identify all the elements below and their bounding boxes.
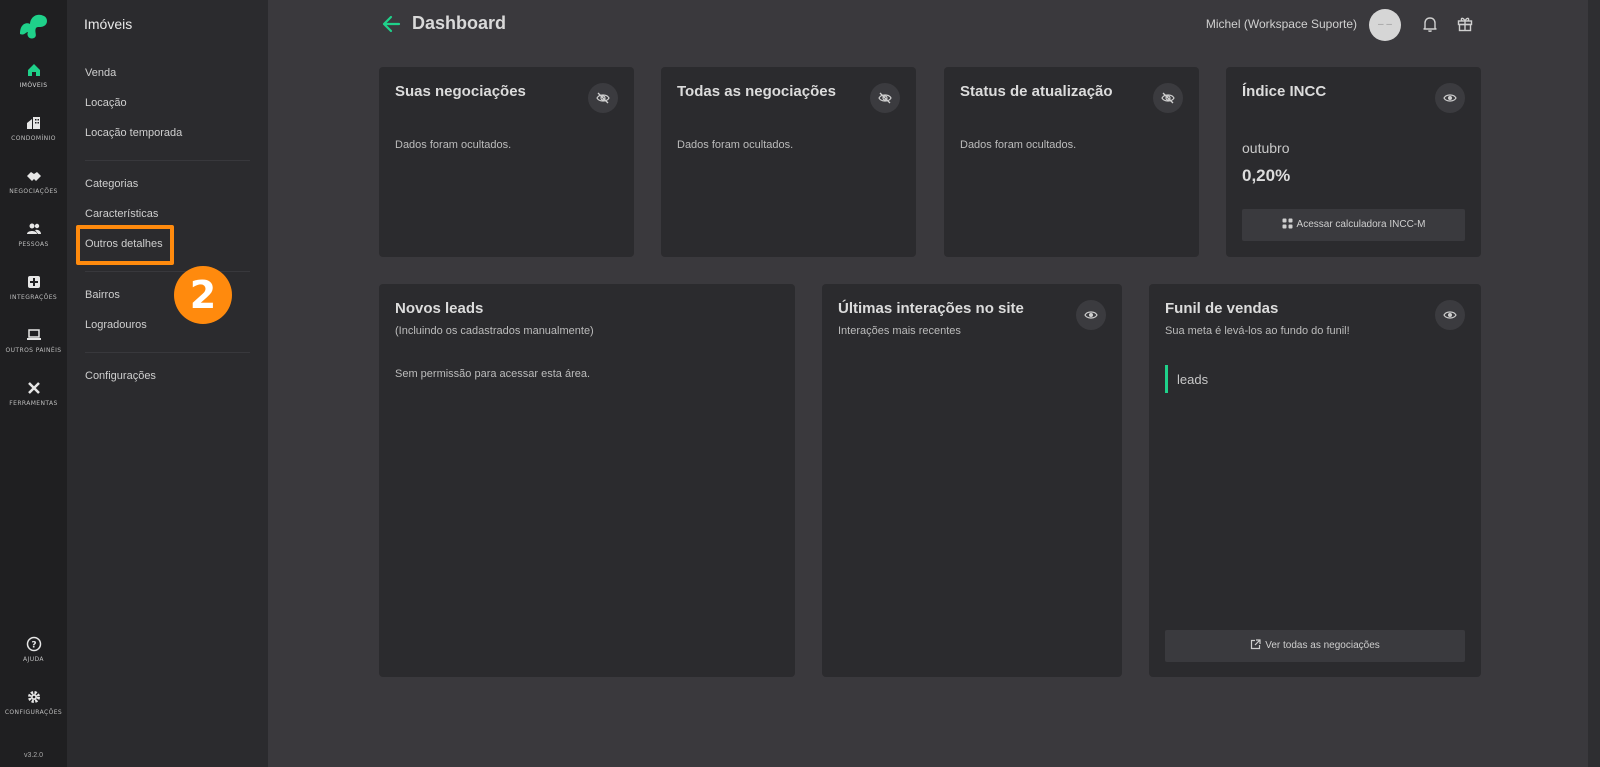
divider <box>85 160 250 161</box>
submenu-item-configuracoes[interactable]: Configurações <box>85 370 156 382</box>
tools-icon <box>27 382 40 394</box>
card-novos-leads: Novos leads (Incluindo os cadastrados ma… <box>379 284 795 677</box>
card-text: Dados foram ocultados. <box>395 139 512 151</box>
card-title: Índice INCC <box>1242 83 1327 100</box>
external-link-icon <box>1251 639 1261 650</box>
toggle-visibility-button[interactable] <box>1153 83 1183 113</box>
submenu-item-categorias[interactable]: Categorias <box>85 178 138 190</box>
card-title: Todas as negociações <box>677 83 836 100</box>
rail-item-integracoes[interactable]: INTEGRAÇÕES <box>0 274 67 301</box>
toggle-visibility-button[interactable] <box>1435 300 1465 330</box>
step-badge: 2 <box>174 266 232 324</box>
eye-icon <box>1443 311 1457 319</box>
rail-item-ferramentas[interactable]: FERRAMENTAS <box>0 380 67 407</box>
rail-label: AJUDA <box>23 656 44 663</box>
rail-label: CONDOMÍNIO <box>11 135 56 142</box>
card-funil-vendas: Funil de vendas Sua meta é levá-los ao f… <box>1149 284 1481 677</box>
app-version: v3.2.0 <box>23 752 44 759</box>
incc-value: 0,20% <box>1242 166 1291 185</box>
card-status-atualizacao: Status de atualização Dados foram oculta… <box>944 67 1199 257</box>
gift-icon[interactable] <box>1456 15 1474 33</box>
submenu-item-locacao-temporada[interactable]: Locação temporada <box>85 127 182 139</box>
funnel-stage-label: leads <box>1177 372 1209 387</box>
avatar[interactable]: – – <box>1369 9 1401 41</box>
card-ultimas-interacoes: Últimas interações no site Interações ma… <box>822 284 1122 677</box>
divider <box>85 271 250 272</box>
user-name[interactable]: Michel (Workspace Suporte) <box>1206 17 1357 31</box>
eye-off-icon <box>1161 92 1175 104</box>
bell-icon[interactable] <box>1421 15 1439 33</box>
card-subtitle: Interações mais recentes <box>838 325 961 337</box>
divider <box>85 352 250 353</box>
rail-label: CONFIGURAÇÕES <box>4 709 63 716</box>
rail-label: OUTROS PAINÉIS <box>5 347 62 354</box>
page-title: Dashboard <box>412 13 507 33</box>
rail-label: NEGOCIAÇÕES <box>9 188 58 195</box>
incc-calculator-button[interactable]: Acessar calculadora INCC-M <box>1242 209 1465 241</box>
icon-rail: IMÓVEIS CONDOMÍNIO NEGOCIAÇÕES PESSOAS I… <box>0 0 67 767</box>
back-arrow-icon[interactable] <box>380 13 402 35</box>
funnel-stage-bar <box>1165 365 1168 393</box>
help-icon: ? <box>26 636 41 652</box>
rail-item-pessoas[interactable]: PESSOAS <box>0 221 67 248</box>
integration-icon <box>27 276 40 288</box>
card-text: Dados foram ocultados. <box>677 139 794 151</box>
svg-text:?: ? <box>31 641 36 651</box>
rail-item-configuracoes[interactable]: CONFIGURAÇÕES <box>0 689 67 716</box>
eye-off-icon <box>596 92 610 104</box>
rail-item-ajuda[interactable]: ? AJUDA <box>0 636 67 663</box>
card-title: Novos leads <box>395 300 484 317</box>
rail-label: FERRAMENTAS <box>9 400 58 407</box>
submenu-item-caracteristicas[interactable]: Características <box>85 208 158 220</box>
toggle-visibility-button[interactable] <box>1435 83 1465 113</box>
view-all-negotiations-button[interactable]: Ver todas as negociações <box>1165 630 1465 662</box>
page-scrollbar[interactable] <box>1588 0 1600 767</box>
rail-item-negociacoes[interactable]: NEGOCIAÇÕES <box>0 168 67 195</box>
submenu: Imóveis Venda Locação Locação temporada … <box>67 0 268 767</box>
card-title: Suas negociações <box>395 83 526 100</box>
handshake-icon <box>26 172 41 181</box>
toggle-visibility-button[interactable] <box>870 83 900 113</box>
card-todas-negociacoes: Todas as negociações Dados foram ocultad… <box>661 67 916 257</box>
card-text: Dados foram ocultados. <box>960 139 1077 151</box>
people-icon <box>26 223 41 234</box>
card-title: Funil de vendas <box>1165 300 1279 317</box>
incc-month: outubro <box>1242 140 1290 156</box>
card-title: Status de atualização <box>960 83 1113 100</box>
submenu-item-logradouros[interactable]: Logradouros <box>85 319 147 331</box>
submenu-item-venda[interactable]: Venda <box>85 67 116 79</box>
card-subtitle: Sua meta é levá-los ao fundo do funil! <box>1165 325 1350 337</box>
eye-icon <box>1443 94 1457 102</box>
card-title: Últimas interações no site <box>838 300 1024 317</box>
calculator-icon <box>1282 218 1293 229</box>
building-icon <box>26 117 40 129</box>
submenu-item-locacao[interactable]: Locação <box>85 97 127 109</box>
submenu-item-bairros[interactable]: Bairros <box>85 289 120 301</box>
toggle-visibility-button[interactable] <box>588 83 618 113</box>
app-logo-icon[interactable] <box>16 10 50 40</box>
rail-item-condominio[interactable]: CONDOMÍNIO <box>0 115 67 142</box>
home-icon <box>27 64 40 76</box>
submenu-title: Imóveis <box>84 16 133 32</box>
card-subtitle: (Incluindo os cadastrados manualmente) <box>395 325 594 337</box>
toggle-visibility-button[interactable] <box>1076 300 1106 330</box>
rail-label: IMÓVEIS <box>19 82 48 89</box>
eye-icon <box>1084 311 1098 319</box>
eye-off-icon <box>878 92 892 104</box>
button-label: Ver todas as negociações <box>1265 640 1380 651</box>
button-label: Acessar calculadora INCC-M <box>1296 219 1426 230</box>
rail-label: PESSOAS <box>18 241 49 248</box>
highlight-box <box>76 225 174 265</box>
rail-label: INTEGRAÇÕES <box>9 294 58 301</box>
card-indice-incc: Índice INCC outubro 0,20% Acessar calcul… <box>1226 67 1481 257</box>
rail-item-imoveis[interactable]: IMÓVEIS <box>0 62 67 89</box>
card-text: Sem permissão para acessar esta área. <box>395 368 591 380</box>
rail-item-outros-paineis[interactable]: OUTROS PAINÉIS <box>0 327 67 354</box>
gear-icon <box>27 691 40 703</box>
card-suas-negociacoes: Suas negociações Dados foram ocultados. <box>379 67 634 257</box>
laptop-icon <box>26 329 41 340</box>
